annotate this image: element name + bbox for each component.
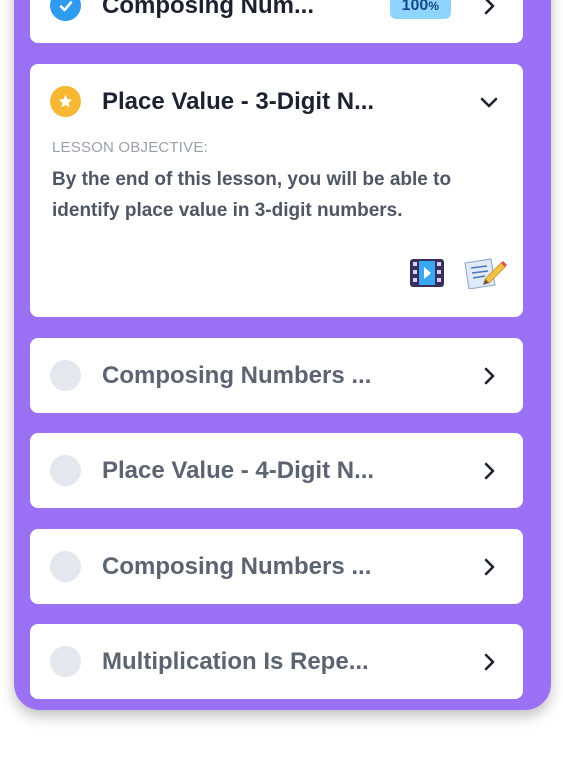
lesson-resources bbox=[409, 257, 507, 289]
lesson-title: Place Value - 3-Digit N... bbox=[102, 87, 375, 115]
lesson-card-locked[interactable]: Multiplication Is Repe... bbox=[30, 624, 523, 699]
lesson-title: Composing Num... bbox=[102, 0, 314, 19]
progress-badge: 100% bbox=[389, 0, 451, 19]
chevron-right-icon[interactable] bbox=[477, 650, 501, 674]
status-circle-icon bbox=[50, 455, 81, 486]
lesson-title: Composing Numbers ... bbox=[102, 361, 372, 389]
lesson-card-locked[interactable]: Composing Numbers ... bbox=[30, 529, 523, 604]
status-circle-icon bbox=[50, 360, 81, 391]
check-icon bbox=[50, 0, 81, 21]
star-icon bbox=[50, 86, 81, 117]
objective-text: By the end of this lesson, you will be a… bbox=[52, 169, 452, 221]
lesson-title: Composing Numbers ... bbox=[102, 552, 372, 580]
lesson-title: Place Value - 4-Digit N... bbox=[102, 456, 375, 484]
worksheet-icon[interactable] bbox=[463, 257, 507, 289]
chevron-right-icon[interactable] bbox=[477, 555, 501, 579]
chevron-down-icon[interactable] bbox=[477, 90, 501, 114]
chevron-right-icon[interactable] bbox=[477, 364, 501, 388]
lesson-card-completed[interactable]: Composing Num... 100% bbox=[30, 0, 523, 43]
video-icon[interactable] bbox=[409, 257, 445, 289]
status-circle-icon bbox=[50, 551, 81, 582]
chevron-right-icon[interactable] bbox=[477, 0, 501, 18]
objective-label: LESSON OBJECTIVE: bbox=[52, 139, 208, 156]
chevron-right-icon[interactable] bbox=[477, 459, 501, 483]
lesson-card-current-expanded[interactable]: Place Value - 3-Digit N... LESSON OBJECT… bbox=[30, 64, 523, 317]
lesson-card-locked[interactable]: Place Value - 4-Digit N... bbox=[30, 433, 523, 508]
status-circle-icon bbox=[50, 646, 81, 677]
lesson-card-locked[interactable]: Composing Numbers ... bbox=[30, 338, 523, 413]
lesson-title: Multiplication Is Repe... bbox=[102, 647, 369, 675]
